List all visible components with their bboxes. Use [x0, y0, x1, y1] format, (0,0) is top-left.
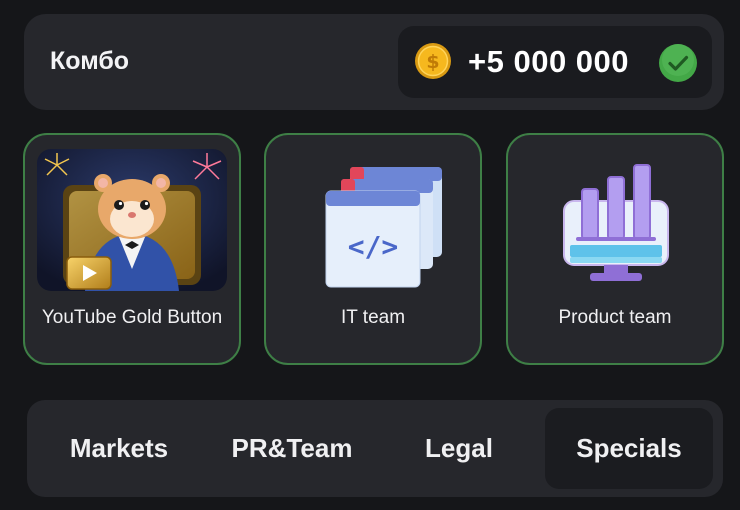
- tab-legal[interactable]: Legal: [389, 400, 529, 497]
- code-window-icon: </>: [325, 167, 442, 288]
- dollar-coin-icon: $: [415, 43, 451, 79]
- card-label: YouTube Gold Button: [41, 307, 223, 328]
- card-youtube-gold-button[interactable]: YouTube Gold Button: [23, 133, 241, 365]
- hamster-gold-button-image: [37, 149, 227, 291]
- svg-text:$: $: [426, 51, 439, 73]
- tab-markets[interactable]: Markets: [47, 400, 191, 497]
- card-product-team[interactable]: Product team: [506, 133, 724, 365]
- card-it-team[interactable]: </> IT team: [264, 133, 482, 365]
- svg-text:</>: </>: [348, 230, 399, 263]
- bar-chart-monitor-icon: [563, 164, 669, 281]
- checkmark-icon: [659, 44, 697, 82]
- combo-bar: Комбо $ +5 000 000: [24, 14, 724, 110]
- card-label: IT team: [340, 307, 406, 328]
- combo-reward-pill: $ +5 000 000: [398, 26, 712, 98]
- tab-pr-team[interactable]: PR&Team: [212, 400, 372, 497]
- card-label: Product team: [558, 307, 672, 328]
- combo-reward-amount: +5 000 000: [468, 44, 630, 79]
- combo-title: Комбо: [50, 47, 130, 75]
- category-tabs: Markets PR&Team Legal Specials: [27, 400, 723, 497]
- tab-specials[interactable]: Specials: [545, 408, 713, 489]
